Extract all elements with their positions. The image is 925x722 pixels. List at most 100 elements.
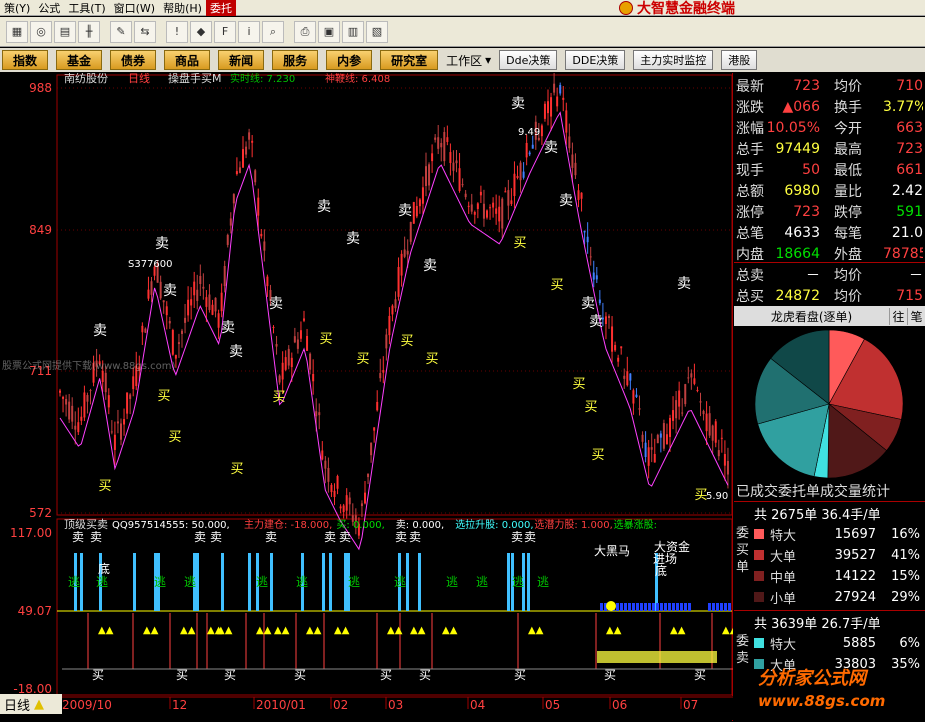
- edit-formula-icon[interactable]: ✎: [110, 20, 132, 43]
- sub-triangle-icon: ▲▲: [217, 625, 233, 636]
- candle-body: [126, 392, 129, 414]
- sub-escape-label: 逃: [68, 575, 80, 589]
- candle-body: [650, 447, 653, 450]
- sell-signal-label: 卖: [589, 314, 603, 330]
- candle-body: [202, 286, 205, 289]
- sub-sell-label: 卖: [210, 530, 222, 544]
- main-monitor-button[interactable]: 主力实时监控: [633, 50, 714, 70]
- candle-body: [199, 276, 202, 285]
- sub-escape-label: 逃: [154, 575, 166, 589]
- candle-body: [431, 153, 434, 162]
- buy-stat-value: 14122: [834, 568, 876, 584]
- quote-value: 661: [896, 161, 923, 178]
- buy-signal-label: 买: [425, 352, 438, 367]
- workspace-dropdown[interactable]: 工作区 ▾: [446, 52, 491, 69]
- candle-body: [80, 416, 83, 421]
- search-icon[interactable]: ⌕: [262, 20, 284, 43]
- nav-commodity-button[interactable]: 商品: [164, 50, 211, 70]
- buy-summary: 共 2675单 36.4手/单: [754, 508, 881, 523]
- compare-icon[interactable]: ⇆: [134, 20, 156, 43]
- stock-list-icon[interactable]: ▦: [6, 20, 28, 43]
- candle-body: [714, 421, 717, 443]
- candle-body: [345, 495, 348, 511]
- menu-formula[interactable]: 公式: [34, 0, 64, 16]
- quote-divider: [734, 262, 925, 263]
- lh-header: 龙虎看盘(逐单) 往笔: [734, 306, 925, 326]
- sub-axis-label: 49.07: [18, 604, 52, 618]
- candle-body: [177, 342, 180, 345]
- nav-fund-button[interactable]: 基金: [56, 50, 103, 70]
- sub-blue-bar: [632, 603, 635, 611]
- minute-chart-icon[interactable]: ▤: [54, 20, 76, 43]
- sub-blue-bar: [668, 603, 671, 611]
- nav-news-button[interactable]: 新闻: [218, 50, 265, 70]
- f10-icon[interactable]: F: [214, 20, 236, 43]
- nav-bond-button[interactable]: 债券: [110, 50, 157, 70]
- candle-body: [669, 417, 671, 437]
- nav-service-button[interactable]: 服务: [272, 50, 319, 70]
- kline-svg[interactable]: 988849711572南纺股份 日线 操盘手买M 实时线: 7.230 神鞭线: 6.…: [0, 73, 733, 721]
- stock-name: 南纺股份: [64, 73, 108, 85]
- candle-body: [604, 316, 607, 325]
- quote-label: 现手: [736, 162, 764, 179]
- news-icon[interactable]: ◆: [190, 20, 212, 43]
- grid-icon[interactable]: ▥: [342, 20, 364, 43]
- quote-value: 723: [793, 203, 820, 220]
- candle-body: [190, 299, 193, 306]
- nav-research-button[interactable]: 研究室: [380, 50, 439, 70]
- nav-insider-button[interactable]: 内参: [326, 50, 373, 70]
- candle-body: [113, 434, 116, 450]
- menu-tools[interactable]: 工具(T): [64, 0, 109, 16]
- quote-value: 10.05%: [766, 119, 820, 136]
- layout-icon[interactable]: ▣: [318, 20, 340, 43]
- candle-body: [473, 211, 476, 215]
- candle-body: [159, 281, 162, 299]
- info-icon[interactable]: i: [238, 20, 260, 43]
- quote-divider: [734, 501, 925, 502]
- watermark-line1: 分析家公式网: [758, 668, 866, 689]
- hk-stock-button[interactable]: 港股: [721, 50, 758, 70]
- dde-decision-button[interactable]: Dde决策: [499, 50, 558, 70]
- menu-strategy[interactable]: 策(Y): [0, 0, 34, 16]
- candle-body: [327, 467, 330, 482]
- sub-yellow-dot: [606, 601, 616, 611]
- period-tab[interactable]: 日线 ▲: [0, 694, 62, 714]
- kline-chart-area[interactable]: 988 849 711 572 南纺股份 日线 操盘手买M 实时线: 7.230 神鞭线: 6.…: [0, 73, 733, 721]
- candle-body: [150, 281, 153, 295]
- sub-bottom-label: 底: [655, 563, 667, 578]
- candle-body: [129, 394, 132, 399]
- quote-value: 663: [896, 119, 923, 136]
- warning-icon[interactable]: !: [166, 20, 188, 43]
- quote-row: 涨跌 ▲066 换手 3.77%: [734, 96, 925, 117]
- candle-body: [278, 375, 281, 383]
- candle-body: [425, 166, 427, 186]
- menu-window[interactable]: 窗口(W): [110, 0, 159, 16]
- sub-axis-label: 117.00: [10, 526, 52, 540]
- quote-value: －: [909, 267, 923, 284]
- candle-body: [574, 162, 577, 176]
- sub-sell-label: 卖: [265, 530, 277, 544]
- tape-icon[interactable]: ◎: [30, 20, 52, 43]
- quote-label: 最高: [834, 141, 862, 158]
- menu-trade[interactable]: 委托: [205, 0, 236, 16]
- sub-blue-bar: [688, 603, 691, 611]
- watermark-line2: www.88gs.com: [758, 692, 886, 710]
- sell-signal-label: 卖: [559, 193, 573, 209]
- sell-signal-label: 卖: [221, 320, 235, 336]
- candle-body: [672, 410, 675, 421]
- buy-stat-name: 中单: [770, 570, 797, 586]
- nav-index-button[interactable]: 指数: [2, 50, 49, 70]
- buy-stat-percent: 29%: [891, 589, 920, 605]
- candle-body: [598, 299, 601, 304]
- dde-decision2-button[interactable]: DDE决策: [565, 50, 626, 70]
- kline-icon[interactable]: ╫: [78, 20, 100, 43]
- sell-stat-row: 特大 5885 6%: [754, 633, 925, 653]
- lh-tab-button[interactable]: 笔: [907, 307, 925, 325]
- sell-signal-label: 卖: [581, 296, 595, 312]
- lh-title: 龙虎看盘(逐单): [770, 309, 853, 324]
- print-icon[interactable]: ⎙: [294, 20, 316, 43]
- lh-tab-button[interactable]: 往: [889, 307, 907, 325]
- candle-body: [577, 190, 580, 200]
- menu-help[interactable]: 帮助(H): [159, 0, 206, 16]
- sector-icon[interactable]: ▧: [366, 20, 388, 43]
